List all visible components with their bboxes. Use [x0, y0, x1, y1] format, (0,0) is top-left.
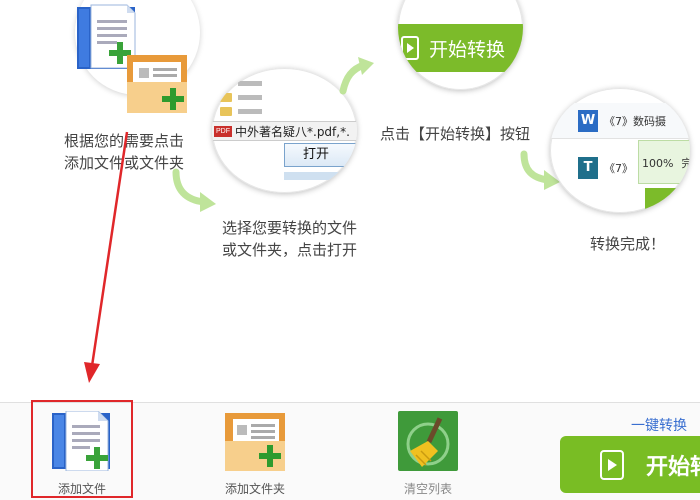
step4-caption: 转换完成！ — [590, 235, 666, 253]
folder-list — [220, 76, 340, 118]
step2-caption-line1: 选择您要转换的文件 — [222, 219, 358, 237]
clear-list-button[interactable]: 清空列表 — [378, 411, 478, 497]
broom-icon — [398, 411, 458, 471]
start-convert-preview — [645, 188, 690, 213]
add-file-label: 添加文件 — [57, 482, 106, 496]
converted-file-name: 《7》 — [604, 162, 633, 175]
step3-caption: 点击【开始转换】按钮 — [380, 125, 531, 143]
folder-icon — [220, 92, 232, 102]
start-convert-button[interactable]: 开始转 — [560, 436, 700, 493]
step-arrow-icon — [172, 168, 216, 212]
add-folder-button[interactable]: 添加文件夹 — [205, 411, 305, 497]
add-file-folder-icon — [77, 4, 187, 113]
clear-list-label: 清空列表 — [403, 482, 452, 496]
step2-caption-line2: 或文件夹，点击打开 — [222, 241, 358, 259]
dialog-scrollbar — [284, 172, 357, 180]
file-path-text: 中外著名疑八*.pdf,*. — [235, 124, 350, 139]
step-arrow-icon — [339, 57, 374, 95]
add-file-button[interactable]: 添加文件 — [32, 410, 132, 497]
converted-file-row: W 《7》数码摄 — [550, 103, 690, 139]
step3-illustration: 开始转换 — [398, 0, 523, 90]
add-file-icon — [52, 410, 110, 472]
progress-status: 100% 完成 — [638, 140, 690, 184]
play-icon — [401, 36, 419, 60]
text-file-icon: T — [578, 157, 598, 179]
start-convert-preview-label: 开始转换 — [429, 38, 506, 61]
step1-caption: 根据您的需要点击 添加文件或文件夹 — [64, 130, 184, 174]
step2-illustration: PDF 中外著名疑八*.pdf,*. 打开 — [212, 68, 357, 193]
step4-illustration: W 《7》数码摄 T 《7》 100% 完成 — [550, 88, 690, 213]
add-folder-icon — [225, 413, 285, 471]
start-convert-preview: 开始转换 — [398, 24, 523, 72]
converted-file-name: 《7》数码摄 — [604, 114, 666, 128]
folder-icon — [220, 106, 232, 116]
open-button: 打开 — [284, 143, 357, 167]
progress-status-text: 完成 — [681, 157, 690, 170]
start-convert-label: 开始转 — [646, 454, 700, 480]
step2-caption: 选择您要转换的文件 或文件夹，点击打开 — [222, 217, 357, 261]
add-folder-label: 添加文件夹 — [224, 482, 285, 496]
step1-caption-line2: 添加文件或文件夹 — [64, 154, 185, 172]
play-icon — [600, 449, 624, 480]
step1-caption-line1: 根据您的需要点击 — [64, 132, 185, 150]
pdf-icon: PDF — [214, 125, 232, 137]
word-file-icon: W — [578, 109, 598, 132]
file-path-bar: PDF 中外著名疑八*.pdf,*. — [212, 121, 357, 141]
step1-illustration — [75, 0, 200, 113]
one-key-convert-link[interactable]: 一键转换 — [631, 415, 687, 435]
progress-percent: 100% — [642, 157, 674, 170]
folder-icon — [220, 78, 232, 88]
